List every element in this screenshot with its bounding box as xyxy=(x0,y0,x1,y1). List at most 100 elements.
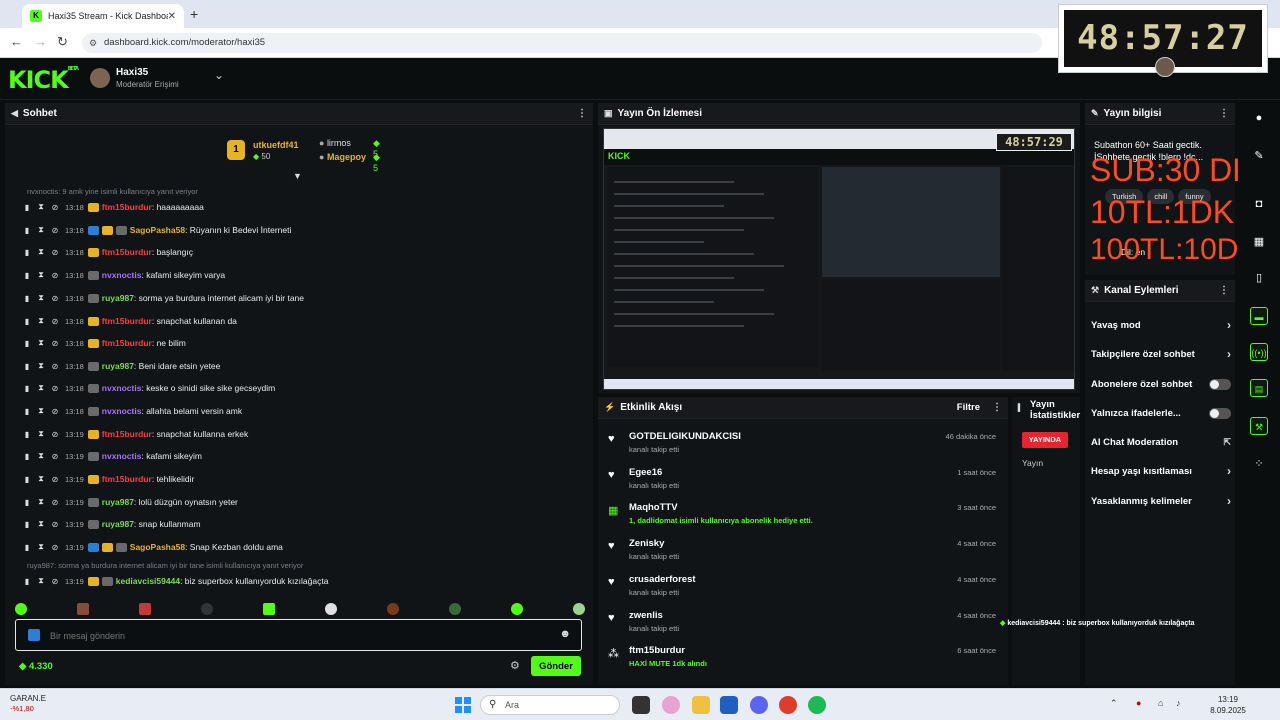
chevron-right-icon[interactable]: › xyxy=(1227,318,1231,332)
message-username[interactable]: SagoPasha58 xyxy=(130,225,185,235)
kicks-balance[interactable]: ◆ 4.330 xyxy=(19,661,53,672)
back-icon[interactable]: ← xyxy=(10,34,23,49)
task-view-icon[interactable] xyxy=(632,696,650,714)
kick-emote-picker-icon[interactable] xyxy=(28,629,40,641)
broadcast-icon[interactable]: ((•)) xyxy=(1250,343,1268,361)
pin-icon[interactable]: ▮ xyxy=(21,248,33,257)
channel-action-item[interactable]: Yalnızca ifadelerle... xyxy=(1091,401,1231,425)
chevron-right-icon[interactable]: › xyxy=(1227,494,1231,508)
ban-icon[interactable]: ⊘ xyxy=(49,520,61,529)
pin-icon[interactable]: ▮ xyxy=(21,339,33,348)
url-field[interactable]: ⚙ dashboard.kick.com/moderator/haxi35 xyxy=(82,33,1042,53)
message-username[interactable]: nvxnoctis xyxy=(102,383,142,393)
timeout-icon[interactable]: ⧗ xyxy=(35,542,47,552)
timeout-icon[interactable]: ⧗ xyxy=(35,270,47,280)
message-username[interactable]: ftm15burdur xyxy=(102,202,152,212)
channel-action-item[interactable]: Abonelere özel sohbet xyxy=(1091,372,1231,396)
timeout-icon[interactable]: ⧗ xyxy=(35,474,47,484)
edit-icon[interactable]: ✎ xyxy=(1250,147,1268,165)
leader-first-user[interactable]: utkuefdf41 xyxy=(253,140,299,150)
chat-widget-icon[interactable]: ▬ xyxy=(1250,307,1268,325)
network-icon[interactable]: ⌂ xyxy=(1158,698,1163,708)
copilot-icon[interactable] xyxy=(662,696,680,714)
toggle-switch[interactable] xyxy=(1209,378,1231,390)
timeout-icon[interactable]: ⧗ xyxy=(35,519,47,529)
message-username[interactable]: ruya987 xyxy=(102,361,134,371)
message-username[interactable]: nvxnoctis xyxy=(102,406,142,416)
emote-icon[interactable] xyxy=(201,603,213,615)
emote-icon[interactable] xyxy=(263,603,275,615)
timeout-icon[interactable]: ⧗ xyxy=(35,293,47,303)
emote-icon[interactable] xyxy=(573,603,585,615)
discord-icon[interactable] xyxy=(750,696,768,714)
timeout-icon[interactable]: ⧗ xyxy=(35,429,47,439)
events-menu-icon[interactable]: ⋮ xyxy=(992,402,1002,413)
channel-action-item[interactable]: AI Chat Moderation ⇱ xyxy=(1091,430,1231,454)
message-username[interactable]: ftm15burdur xyxy=(102,474,152,484)
pin-icon[interactable]: ▮ xyxy=(21,362,33,371)
reload-icon[interactable]: ↻ xyxy=(57,34,68,50)
pin-icon[interactable]: ▮ xyxy=(21,498,33,507)
pin-icon[interactable]: ▮ xyxy=(21,577,33,586)
pin-icon[interactable]: ▮ xyxy=(21,430,33,439)
browser-tab[interactable]: K Haxi35 Stream - Kick Dashboard ✕ xyxy=(22,4,184,28)
chevron-right-icon[interactable]: › xyxy=(1227,464,1231,478)
pin-icon[interactable]: ▮ xyxy=(21,384,33,393)
emote-icon[interactable] xyxy=(449,603,461,615)
pin-icon[interactable]: ▮ xyxy=(21,543,33,552)
message-username[interactable]: ftm15burdur xyxy=(102,338,152,348)
event-item[interactable]: ⁂ ftm15burdur HAXİ MUTE 1dk alındı 6 saat ö… xyxy=(606,643,1004,677)
emote-icon[interactable] xyxy=(15,603,27,615)
message-username[interactable]: nvxnoctis xyxy=(102,451,142,461)
file-explorer-icon[interactable] xyxy=(692,696,710,714)
emote-icon[interactable] xyxy=(511,603,523,615)
tools-icon[interactable]: ⚒ xyxy=(1250,417,1268,435)
message-username[interactable]: ftm15burdur xyxy=(102,429,152,439)
ban-icon[interactable]: ⊘ xyxy=(49,430,61,439)
pin-icon[interactable]: ▮ xyxy=(21,294,33,303)
message-username[interactable]: kediavcisi59444 xyxy=(116,576,180,586)
timeout-icon[interactable]: ⧗ xyxy=(35,576,47,586)
taskbar-search[interactable]: ⚲ Ara xyxy=(480,695,620,715)
channel-switch-chevron-icon[interactable]: ⌄ xyxy=(214,68,224,82)
ban-icon[interactable]: ⊘ xyxy=(49,475,61,484)
preview-video[interactable]: KICK 48:57:29 xyxy=(603,128,1075,390)
timeout-icon[interactable]: ⧗ xyxy=(35,361,47,371)
ban-icon[interactable]: ⊘ xyxy=(49,452,61,461)
message-username[interactable]: ruya987 xyxy=(102,519,134,529)
pin-icon[interactable]: ▮ xyxy=(21,226,33,235)
channel-action-item[interactable]: Takipçilere özel sohbet › xyxy=(1091,342,1231,366)
event-item[interactable]: ▦ MaqhoTTV 1, dadlidomat isimli kullanıcıy… xyxy=(606,500,1004,534)
pin-icon[interactable]: ▮ xyxy=(21,203,33,212)
site-info-icon[interactable]: ⚙ xyxy=(89,33,97,53)
event-item[interactable]: ♥ GOTDELIGIKUNDAKCISI kanalı takip etti 46 … xyxy=(606,429,1004,463)
pinned-message-icon[interactable]: ▼ xyxy=(293,171,302,181)
close-tab-icon[interactable]: ✕ xyxy=(168,11,176,22)
chat-menu-icon[interactable]: ⋮ xyxy=(577,108,587,119)
tray-app-icon[interactable]: ● xyxy=(1136,698,1141,708)
chevron-right-icon[interactable]: › xyxy=(1227,347,1231,361)
emote-icon[interactable] xyxy=(325,603,337,615)
chat-settings-gear-icon[interactable]: ⚙ xyxy=(510,659,520,672)
ban-icon[interactable]: ⊘ xyxy=(49,317,61,326)
message-username[interactable]: ftm15burdur xyxy=(102,247,152,257)
windows-start-icon[interactable] xyxy=(455,697,471,713)
pin-icon[interactable]: ▮ xyxy=(21,475,33,484)
channel-action-item[interactable]: Yasaklanmış kelimeler › xyxy=(1091,489,1231,513)
forward-icon[interactable]: → xyxy=(34,34,47,49)
leader-third-user[interactable]: ● Magepoy xyxy=(319,152,366,162)
ban-icon[interactable]: ⊘ xyxy=(49,339,61,348)
volume-icon[interactable]: ♪ xyxy=(1176,698,1181,708)
emote-icon[interactable] xyxy=(387,603,399,615)
ban-icon[interactable]: ⊘ xyxy=(49,577,61,586)
event-item[interactable]: ♥ zwenlis kanalı takip etti 4 saat önce xyxy=(606,608,1004,642)
emote-icon[interactable] xyxy=(139,603,151,615)
pin-icon[interactable]: ▮ xyxy=(21,407,33,416)
layout-icon[interactable]: ▤ xyxy=(1250,379,1268,397)
ban-icon[interactable]: ⊘ xyxy=(49,362,61,371)
event-item[interactable]: ♥ Egee16 kanalı takip etti 1 saat önce xyxy=(606,465,1004,499)
actions-menu-icon[interactable]: ⋮ xyxy=(1219,285,1229,296)
timeout-icon[interactable]: ⧗ xyxy=(35,406,47,416)
external-link-icon[interactable]: ⇱ xyxy=(1223,437,1231,448)
spotify-icon[interactable] xyxy=(808,696,826,714)
